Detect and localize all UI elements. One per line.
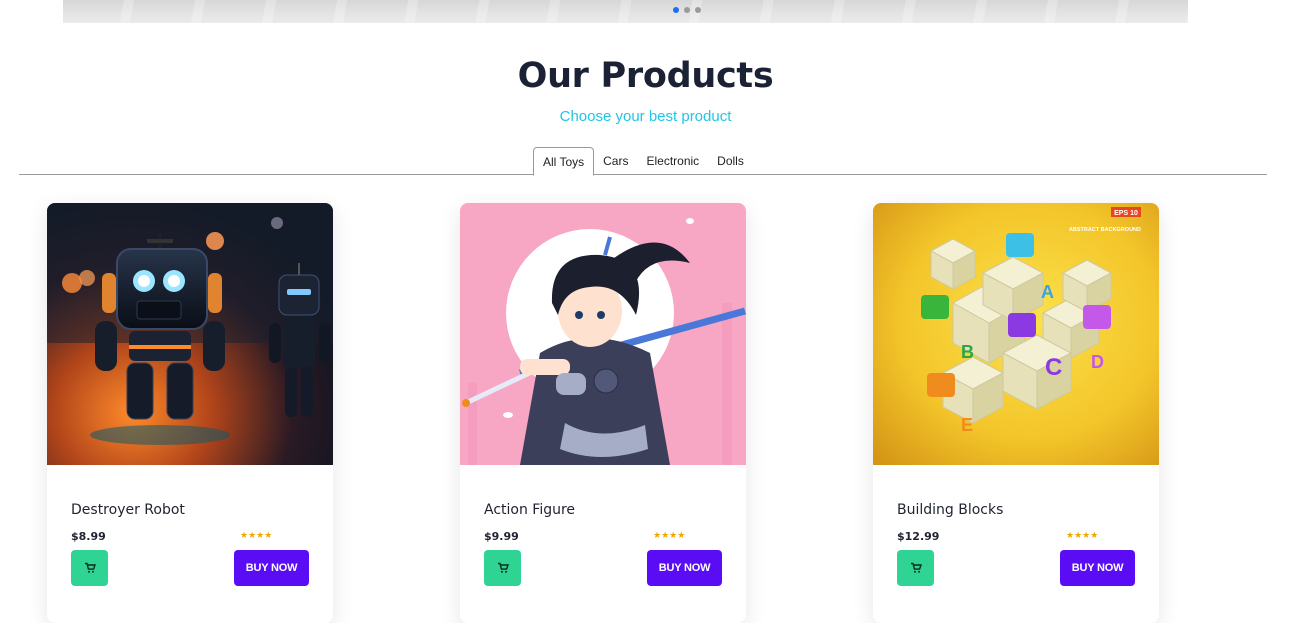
svg-text:D: D — [1091, 352, 1104, 372]
carousel-banner[interactable] — [63, 0, 1188, 23]
svg-text:B: B — [961, 342, 974, 362]
tab-cars[interactable]: Cars — [594, 147, 637, 175]
product-card: Action Figure $9.99 ★★★★ BUY NOW — [460, 203, 746, 623]
abstract-background-text: ABSTRACT BACKGROUND — [1069, 227, 1141, 233]
section-subtitle: Choose your best product — [559, 108, 732, 125]
product-name: Destroyer Robot — [71, 502, 185, 518]
product-rating: ★★★★ — [240, 531, 273, 541]
product-image-robot — [47, 203, 333, 465]
tab-dolls[interactable]: Dolls — [708, 147, 753, 175]
add-to-cart-button[interactable] — [897, 550, 934, 586]
carousel-dot-3[interactable] — [695, 7, 701, 13]
building-blocks-illustration: EPS 10 ABSTRACT BACKGROUND A B C D E — [873, 203, 1159, 465]
cart-icon — [84, 562, 96, 573]
tab-all-toys[interactable]: All Toys — [533, 147, 595, 176]
product-price: $8.99 — [71, 530, 106, 543]
robot-illustration — [47, 203, 333, 465]
carousel-dot-2[interactable] — [684, 7, 690, 13]
product-card: Destroyer Robot $8.99 ★★★★ BUY NOW — [47, 203, 333, 623]
action-figure-illustration — [460, 203, 746, 465]
product-card: EPS 10 ABSTRACT BACKGROUND A B C D E Bui… — [873, 203, 1159, 623]
svg-text:A: A — [1041, 282, 1054, 302]
buy-now-button[interactable]: BUY NOW — [647, 550, 722, 586]
carousel-dot-1[interactable] — [673, 7, 679, 13]
category-tabs: All Toys Cars Electronic Dolls — [19, 147, 1267, 176]
product-name: Building Blocks — [897, 502, 1004, 518]
product-image-building-blocks: EPS 10 ABSTRACT BACKGROUND A B C D E — [873, 203, 1159, 465]
product-name: Action Figure — [484, 502, 576, 518]
product-price: $9.99 — [484, 530, 519, 543]
buy-now-button[interactable]: BUY NOW — [234, 550, 309, 586]
eps-badge-text: EPS 10 — [1114, 210, 1138, 217]
svg-text:E: E — [961, 415, 973, 435]
tab-electronic[interactable]: Electronic — [637, 147, 708, 175]
section-title: Our Products — [517, 56, 774, 96]
cart-icon — [910, 562, 922, 573]
add-to-cart-button[interactable] — [71, 550, 108, 586]
cart-icon — [497, 562, 509, 573]
product-image-action-figure — [460, 203, 746, 465]
product-rating: ★★★★ — [653, 531, 686, 541]
svg-text:C: C — [1045, 354, 1062, 381]
product-price: $12.99 — [897, 530, 940, 543]
product-rating: ★★★★ — [1066, 531, 1099, 541]
carousel-indicators — [673, 7, 701, 13]
add-to-cart-button[interactable] — [484, 550, 521, 586]
buy-now-button[interactable]: BUY NOW — [1060, 550, 1135, 586]
